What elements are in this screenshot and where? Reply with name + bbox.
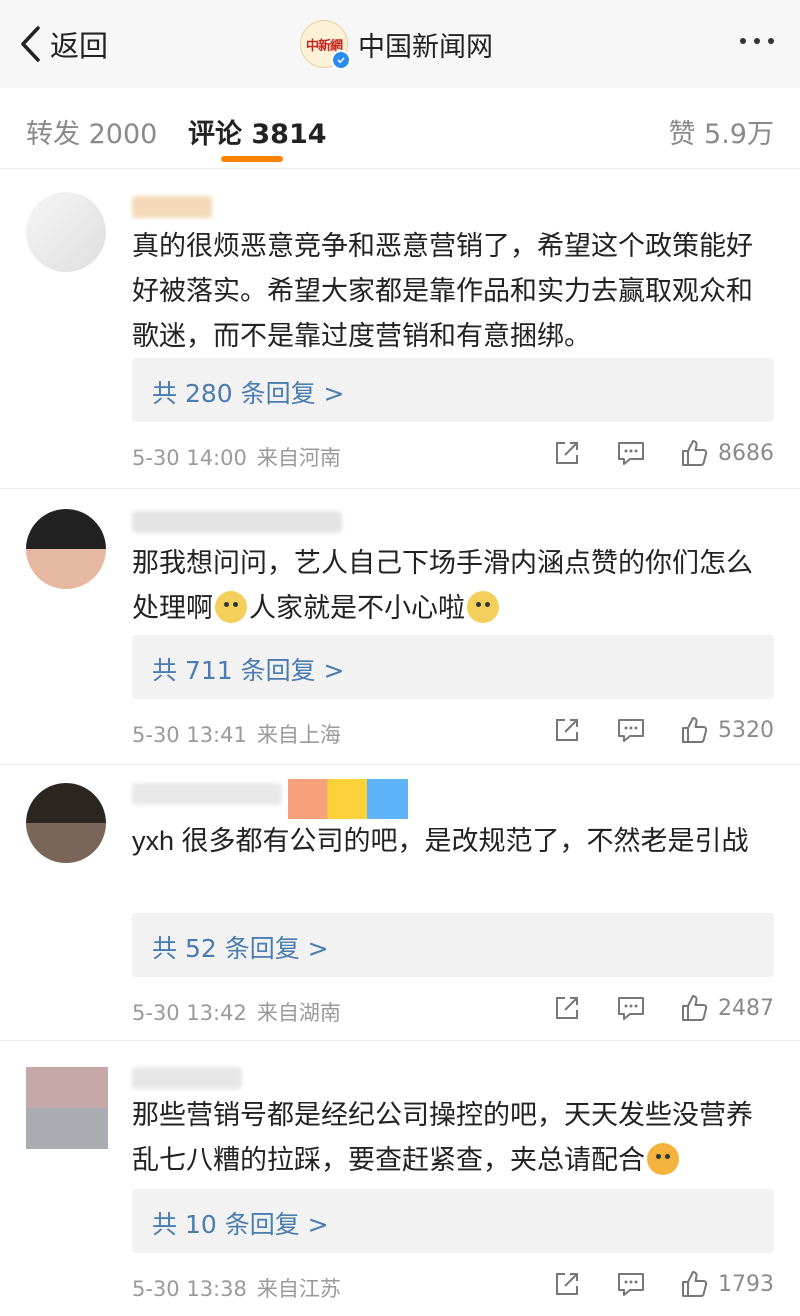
thumbs-up-icon [682, 717, 708, 743]
comment-location: 来自江苏 [256, 1277, 341, 1301]
replies-label: 共 52 条回复 > [152, 934, 329, 963]
comment-location: 来自上海 [256, 723, 341, 747]
like-count: 5320 [718, 717, 774, 743]
comment-time: 5-30 13:41 [132, 723, 247, 747]
comment-meta: 5-30 13:38 来自江苏 [132, 1273, 341, 1303]
tab-bar: 转发 2000 评论 3814 赞 5.9万 [0, 88, 800, 169]
share-button[interactable] [552, 715, 582, 745]
top-navigation-bar: 返回 中新網 中国新闻网 [0, 0, 800, 89]
share-button[interactable] [552, 993, 582, 1023]
account-avatar: 中新網 [300, 20, 351, 70]
share-button[interactable] [552, 438, 582, 468]
avatar[interactable] [26, 509, 106, 589]
back-button[interactable]: 返回 [18, 22, 108, 66]
comment-text: 那我想问问，艺人自己下场手滑内涵点赞的你们怎么处理啊 人家就是不小心啦 [132, 541, 772, 631]
reply-button[interactable] [616, 715, 646, 745]
comment-time: 5-30 14:00 [132, 446, 247, 470]
comment-actions: 1793 [518, 1269, 774, 1299]
tab-comment[interactable]: 评论 3814 [188, 112, 327, 151]
username-blurred[interactable] [132, 511, 342, 533]
comment-location: 来自湖南 [256, 1001, 341, 1025]
share-icon [556, 1273, 578, 1295]
like-count: 2487 [718, 995, 774, 1021]
comment-actions: 2487 [518, 993, 774, 1023]
account-title[interactable]: 中新網 中国新闻网 [300, 20, 493, 70]
back-label: 返回 [50, 29, 109, 63]
like-button[interactable]: 5320 [680, 715, 774, 745]
share-button[interactable] [552, 1269, 582, 1299]
avatar[interactable] [26, 192, 106, 272]
comment-text: 那些营销号都是经纪公司操控的吧，天天发些没营养乱七八糟的拉踩，要查赶紧查，夹总请… [132, 1093, 772, 1183]
comment-item: 那我想问问，艺人自己下场手滑内涵点赞的你们怎么处理啊 人家就是不小心啦 共 711… [0, 489, 800, 764]
share-icon [556, 997, 578, 1019]
active-tab-indicator [221, 156, 283, 162]
emoji-icon [647, 1143, 679, 1175]
comment-meta: 5-30 13:41 来自上海 [132, 719, 341, 749]
comment-actions: 5320 [518, 715, 774, 745]
comment-icon [618, 442, 644, 465]
reply-button[interactable] [616, 1269, 646, 1299]
thumbs-up-icon [682, 995, 708, 1021]
tab-like[interactable]: 赞 5.9万 [668, 112, 774, 151]
replies-button[interactable]: 共 10 条回复 > [132, 1189, 774, 1253]
comment-icon [618, 997, 644, 1020]
comment-text-part-b: 人家就是不小心啦 [249, 593, 465, 623]
comment-text: yxh 很多都有公司的吧，是改规范了，不然老是引战 [132, 826, 749, 856]
comment-text: 真的很烦恶意竞争和恶意营销了，希望这个政策能好好被落实。希望大家都是靠作品和实力… [132, 231, 753, 351]
comment-item: yxh 很多都有公司的吧，是改规范了，不然老是引战 共 52 条回复 > 5-3… [0, 765, 800, 1040]
comment-time: 5-30 13:38 [132, 1277, 247, 1301]
chevron-left-icon [21, 26, 40, 62]
username-blurred[interactable] [132, 196, 212, 218]
replies-button[interactable]: 共 280 条回复 > [132, 358, 774, 422]
comment-icon [618, 719, 644, 742]
replies-label: 共 280 条回复 > [152, 379, 345, 408]
share-icon [556, 719, 578, 741]
comment-time: 5-30 13:42 [132, 1001, 247, 1025]
comment-item: 真的很烦恶意竞争和恶意营销了，希望这个政策能好好被落实。希望大家都是靠作品和实力… [0, 168, 800, 488]
username-blurred[interactable] [132, 783, 282, 805]
reply-button[interactable] [616, 993, 646, 1023]
page-title: 中国新闻网 [358, 31, 493, 63]
doge-emoji-icon [215, 591, 247, 623]
avatar[interactable] [26, 1067, 108, 1149]
comment-item: 那些营销号都是经纪公司操控的吧，天天发些没营养乱七八糟的拉踩，要查赶紧查，夹总请… [0, 1041, 800, 1316]
replies-button[interactable]: 共 52 条回复 > [132, 913, 774, 977]
username-blurred[interactable] [132, 1067, 242, 1089]
comment-actions: 8686 [518, 438, 774, 468]
tab-repost[interactable]: 转发 2000 [26, 112, 157, 151]
avatar[interactable] [26, 783, 106, 863]
like-button[interactable]: 8686 [680, 438, 774, 468]
like-count: 1793 [718, 1271, 774, 1297]
avatar-color-blocks [288, 779, 408, 819]
share-icon [556, 442, 578, 464]
doge-emoji-icon [467, 591, 499, 623]
thumbs-up-icon [682, 440, 708, 466]
replies-label: 共 711 条回复 > [152, 656, 345, 685]
replies-label: 共 10 条回复 > [152, 1210, 329, 1239]
replies-button[interactable]: 共 711 条回复 > [132, 635, 774, 699]
like-button[interactable]: 2487 [680, 993, 774, 1023]
thumbs-up-icon [682, 1271, 708, 1297]
like-count: 8686 [718, 440, 774, 466]
comment-icon [618, 1273, 644, 1296]
verified-badge-icon [331, 50, 351, 70]
comment-meta: 5-30 13:42 来自湖南 [132, 997, 341, 1027]
comment-location: 来自河南 [256, 446, 341, 470]
reply-button[interactable] [616, 438, 646, 468]
comment-meta: 5-30 14:00 来自河南 [132, 442, 341, 472]
like-button[interactable]: 1793 [680, 1269, 774, 1299]
more-options-icon[interactable] [740, 38, 774, 44]
